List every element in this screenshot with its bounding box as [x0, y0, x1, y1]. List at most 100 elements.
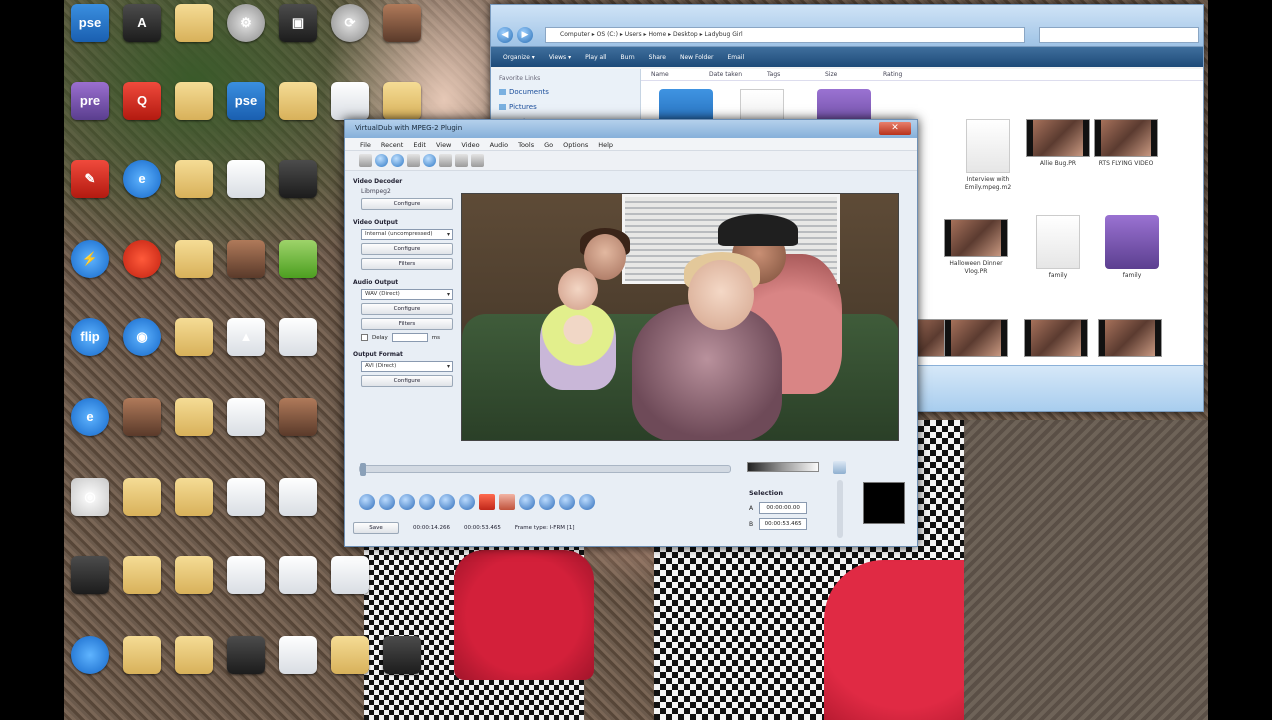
desktop-icon[interactable]: [272, 556, 324, 616]
column-header[interactable]: Tags: [757, 69, 815, 80]
desktop-icon[interactable]: [272, 240, 324, 300]
desktop-icon[interactable]: [272, 160, 324, 220]
menu-item[interactable]: Help: [593, 138, 618, 150]
desktop-icon[interactable]: pse: [64, 4, 116, 64]
split-icon[interactable]: [471, 154, 484, 167]
format-configure-button[interactable]: Configure: [361, 375, 453, 387]
desktop-icon[interactable]: ▣: [272, 4, 324, 64]
desktop-icon[interactable]: [168, 4, 220, 64]
column-header[interactable]: Size: [815, 69, 873, 80]
menu-item[interactable]: File: [355, 138, 376, 150]
back-icon[interactable]: ◀: [497, 27, 513, 43]
desktop-icon[interactable]: e: [116, 160, 168, 220]
video-file[interactable]: Allie Bug.PR: [1021, 119, 1095, 168]
explorer-toolbar-item[interactable]: Organize ▾: [503, 54, 535, 61]
menu-item[interactable]: Tools: [513, 138, 539, 150]
doc-file[interactable]: Interview with Emily.mpeg.m2: [951, 119, 1025, 192]
menu-item[interactable]: Edit: [408, 138, 431, 150]
save-icon[interactable]: [375, 154, 388, 167]
favorite-link[interactable]: Documents: [499, 88, 632, 96]
menu-item[interactable]: Video: [456, 138, 484, 150]
close-icon[interactable]: ✕: [879, 122, 911, 135]
video-filters-button[interactable]: Filters: [361, 258, 453, 270]
desktop-icon[interactable]: ✎: [64, 160, 116, 220]
menu-item[interactable]: Go: [539, 138, 558, 150]
pause-icon[interactable]: [439, 494, 455, 510]
desktop-icon[interactable]: [168, 398, 220, 458]
desktop-icon[interactable]: [324, 636, 376, 696]
video-file[interactable]: [1093, 319, 1167, 360]
pane-icon[interactable]: [455, 154, 468, 167]
desktop-icon[interactable]: [64, 556, 116, 616]
doc-file[interactable]: family: [1021, 215, 1095, 280]
filmstrip-icon[interactable]: [407, 154, 420, 167]
explorer-toolbar-item[interactable]: Burn: [621, 54, 635, 61]
video-file[interactable]: RTS FLYING VIDEO: [1089, 119, 1163, 168]
desktop-icon[interactable]: pre: [64, 82, 116, 142]
desktop-icon[interactable]: [272, 318, 324, 378]
desktop-icon[interactable]: [272, 82, 324, 142]
desktop-icon[interactable]: [64, 636, 116, 696]
step-back-icon[interactable]: [379, 494, 395, 510]
desktop-icon[interactable]: [116, 478, 168, 538]
mark-out-icon[interactable]: [539, 494, 555, 510]
video-file[interactable]: [939, 319, 1013, 360]
desktop-icon[interactable]: [220, 160, 272, 220]
pre-file[interactable]: family: [1095, 215, 1169, 280]
settings-icon[interactable]: [423, 154, 436, 167]
video-configure-button[interactable]: Configure: [361, 243, 453, 255]
desktop-icon[interactable]: [168, 82, 220, 142]
zoom-icon[interactable]: [833, 461, 846, 474]
explorer-toolbar-item[interactable]: Play all: [585, 54, 606, 61]
address-bar[interactable]: Computer ▸ OS (C:) ▸ Users ▸ Home ▸ Desk…: [545, 27, 1025, 43]
column-header[interactable]: Name: [641, 69, 699, 80]
save-button[interactable]: Save: [353, 522, 399, 534]
desktop-icon[interactable]: [116, 556, 168, 616]
prev-keyframe-icon[interactable]: [399, 494, 415, 510]
audio-configure-button[interactable]: Configure: [361, 303, 453, 315]
menu-item[interactable]: Options: [558, 138, 593, 150]
info-icon[interactable]: [391, 154, 404, 167]
desktop-icon[interactable]: ▲: [220, 318, 272, 378]
desktop-icon[interactable]: ◎: [64, 478, 116, 538]
video-file[interactable]: [1019, 319, 1093, 360]
record-icon[interactable]: [479, 494, 495, 510]
search-input[interactable]: [1039, 27, 1199, 43]
explorer-toolbar-item[interactable]: Views ▾: [549, 54, 571, 61]
desktop-icon[interactable]: [376, 636, 428, 696]
audio-filters-button[interactable]: Filters: [361, 318, 453, 330]
desktop-icon[interactable]: flip: [64, 318, 116, 378]
desktop-icon[interactable]: A: [116, 4, 168, 64]
desktop-icon[interactable]: [220, 240, 272, 300]
virtualdub-window[interactable]: VirtualDub with MPEG-2 Plugin ✕ File Rece…: [344, 119, 918, 547]
desktop-icon[interactable]: [168, 160, 220, 220]
desktop-icon[interactable]: [324, 556, 376, 616]
play-icon[interactable]: [419, 494, 435, 510]
lock-icon[interactable]: [439, 154, 452, 167]
seek-slider[interactable]: [359, 463, 731, 476]
open-icon[interactable]: [359, 154, 372, 167]
menu-item[interactable]: Recent: [376, 138, 408, 150]
desktop-icon[interactable]: [272, 398, 324, 458]
column-header[interactable]: Date taken: [699, 69, 757, 80]
go-end-icon[interactable]: [579, 494, 595, 510]
explorer-toolbar-item[interactable]: New Folder: [680, 54, 714, 61]
video-output-select[interactable]: Internal (uncompressed): [361, 229, 453, 240]
output-format-select[interactable]: AVI (Direct): [361, 361, 453, 372]
audio-output-select[interactable]: WAV (Direct): [361, 289, 453, 300]
desktop-icon[interactable]: ⚙: [220, 4, 272, 64]
next-keyframe-icon[interactable]: [459, 494, 475, 510]
desktop-icon[interactable]: [116, 240, 168, 300]
go-start-icon[interactable]: [359, 494, 375, 510]
menu-item[interactable]: Audio: [485, 138, 513, 150]
seek-thumb[interactable]: [360, 463, 366, 476]
desktop-icon[interactable]: ◉: [116, 318, 168, 378]
desktop-icon[interactable]: ⚡: [64, 240, 116, 300]
column-header[interactable]: Rating: [873, 69, 931, 80]
desktop-icon[interactable]: Q: [116, 82, 168, 142]
desktop-icon[interactable]: [220, 636, 272, 696]
delay-input[interactable]: [391, 333, 428, 342]
forward-icon[interactable]: ▶: [517, 27, 533, 43]
decoder-configure-button[interactable]: Configure: [361, 198, 453, 210]
desktop-icon[interactable]: [376, 4, 428, 64]
